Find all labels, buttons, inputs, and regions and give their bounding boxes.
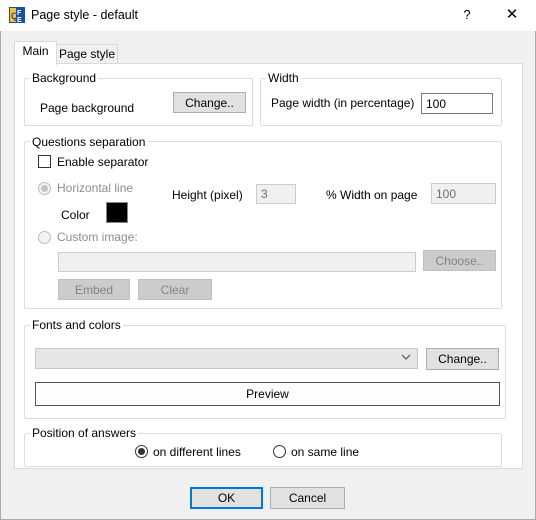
- svg-text:F: F: [17, 10, 22, 17]
- fonts-colors-legend: Fonts and colors: [30, 318, 123, 332]
- cancel-button[interactable]: Cancel: [270, 487, 345, 509]
- close-button[interactable]: ✕: [500, 4, 524, 26]
- clear-button[interactable]: Clear: [138, 279, 212, 300]
- background-legend: Background: [30, 71, 99, 85]
- horizontal-line-label: Horizontal line: [57, 181, 134, 195]
- tab-main[interactable]: Main: [14, 41, 57, 65]
- height-pixel-input[interactable]: [256, 184, 296, 204]
- choose-image-button[interactable]: Choose..: [423, 250, 496, 271]
- same-line-label: on same line: [291, 445, 360, 459]
- color-label: Color: [61, 208, 90, 222]
- app-icon: Q F E: [9, 7, 25, 24]
- tab-page-style[interactable]: Page style: [57, 44, 118, 64]
- color-swatch[interactable]: [106, 202, 128, 223]
- preview-button[interactable]: Preview: [35, 382, 500, 406]
- page-width-input[interactable]: [421, 93, 493, 114]
- embed-button[interactable]: Embed: [58, 279, 130, 300]
- fonts-change-button[interactable]: Change..: [426, 348, 499, 370]
- enable-separator-checkbox[interactable]: [38, 155, 51, 168]
- fonts-select[interactable]: [35, 348, 418, 369]
- position-legend: Position of answers: [30, 426, 139, 440]
- page-background-label: Page background: [40, 101, 135, 115]
- horizontal-line-radio[interactable]: [38, 182, 51, 195]
- chevron-down-icon: [401, 352, 411, 365]
- height-pixel-label: Height (pixel): [172, 188, 243, 202]
- background-change-button[interactable]: Change..: [173, 92, 246, 113]
- width-on-page-label: % Width on page: [326, 188, 418, 202]
- svg-text:E: E: [17, 17, 22, 23]
- different-lines-radio[interactable]: [135, 445, 148, 458]
- custom-image-radio[interactable]: [38, 231, 51, 244]
- different-lines-label: on different lines: [153, 445, 241, 459]
- enable-separator-label: Enable separator: [57, 155, 149, 169]
- custom-image-path-input[interactable]: [58, 252, 416, 272]
- separation-legend: Questions separation: [30, 135, 148, 149]
- custom-image-label: Custom image:: [57, 230, 138, 244]
- width-legend: Width: [266, 71, 301, 85]
- window-title: Page style - default: [31, 8, 139, 22]
- same-line-radio[interactable]: [273, 445, 286, 458]
- page-width-label: Page width (in percentage): [271, 96, 415, 110]
- width-on-page-input[interactable]: [431, 183, 496, 204]
- ok-button[interactable]: OK: [190, 487, 263, 509]
- help-button[interactable]: ?: [455, 4, 479, 26]
